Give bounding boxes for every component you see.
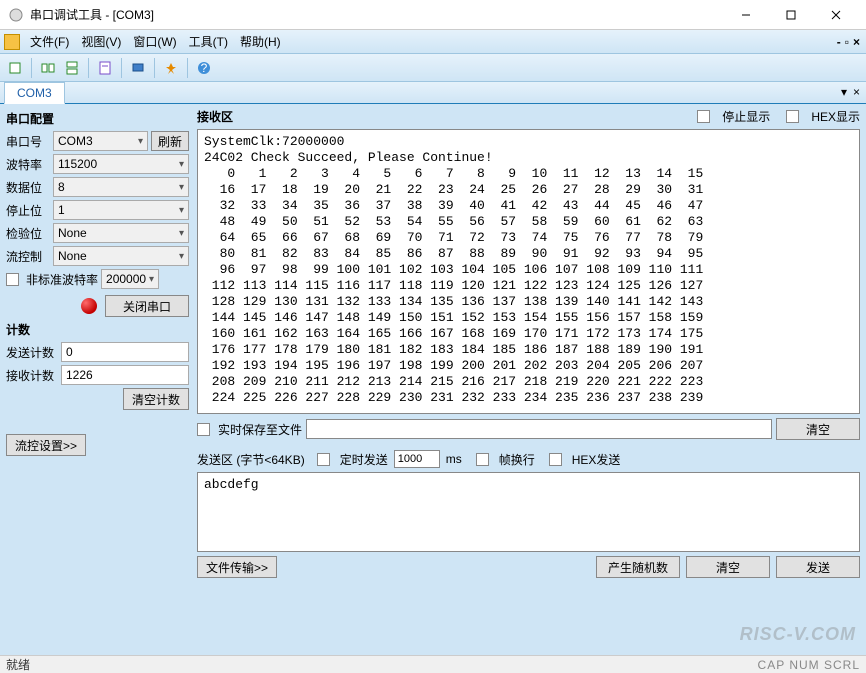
frame-wrap-checkbox[interactable] (476, 453, 489, 466)
tab-com3[interactable]: COM3 (4, 82, 65, 104)
flow-select[interactable]: None (53, 246, 189, 266)
maximize-button[interactable] (768, 1, 813, 29)
nonstd-select[interactable]: 200000 (101, 269, 159, 289)
recv-count-label: 接收计数 (6, 367, 58, 384)
timed-send-label: 定时发送 (340, 451, 388, 468)
window-controls (723, 1, 858, 29)
baud-label: 波特率 (6, 156, 50, 173)
parity-select[interactable]: None (53, 223, 189, 243)
timed-unit-label: ms (446, 452, 462, 466)
hex-display-checkbox[interactable] (786, 110, 799, 123)
tabstrip: COM3 ▾ × (0, 82, 866, 104)
toolbar: ? (0, 54, 866, 82)
left-panel: 串口配置 串口号 COM3 刷新 波特率 115200 数据位 8 停止位 1 … (0, 104, 195, 655)
menu-view[interactable]: 视图(V) (75, 30, 127, 53)
svg-text:?: ? (201, 61, 208, 75)
tool-new-icon[interactable] (4, 57, 26, 79)
send-count-value: 0 (61, 342, 189, 362)
tab-dropdown-icon[interactable]: ▾ (841, 85, 847, 99)
send-title: 发送区 (字节<64KB) (197, 451, 305, 468)
send-count-label: 发送计数 (6, 344, 58, 361)
tab-close-icon[interactable]: × (853, 85, 860, 99)
tool-screen-icon[interactable] (127, 57, 149, 79)
nonstd-checkbox[interactable] (6, 273, 19, 286)
tool-help-icon[interactable]: ? (193, 57, 215, 79)
right-panel: 接收区 停止显示 HEX显示 SystemClk:72000000 24C02 … (195, 104, 866, 655)
flow-label: 流控制 (6, 248, 50, 265)
count-title: 计数 (6, 321, 189, 338)
hex-send-label: HEX发送 (572, 451, 621, 468)
send-textarea[interactable]: abcdefg (197, 472, 860, 552)
tool-tile-h-icon[interactable] (37, 57, 59, 79)
send-button[interactable]: 发送 (776, 556, 860, 578)
gen-random-button[interactable]: 产生随机数 (596, 556, 680, 578)
databits-select[interactable]: 8 (53, 177, 189, 197)
recv-clear-button[interactable]: 清空 (776, 418, 860, 440)
timed-send-checkbox[interactable] (317, 453, 330, 466)
realtime-save-label: 实时保存至文件 (218, 421, 302, 438)
stop-display-label: 停止显示 (722, 108, 770, 125)
stopbits-label: 停止位 (6, 202, 50, 219)
titlebar: 串口调试工具 - [COM3] (0, 0, 866, 30)
mdi-close-icon[interactable]: × (853, 35, 860, 49)
clear-count-button[interactable]: 清空计数 (123, 388, 189, 410)
menubar: 文件(F) 视图(V) 窗口(W) 工具(T) 帮助(H) - ▫ × (0, 30, 866, 54)
databits-label: 数据位 (6, 179, 50, 196)
app-menu-icon[interactable] (4, 34, 20, 50)
status-indicator-icon (81, 298, 97, 314)
parity-label: 检验位 (6, 225, 50, 242)
app-icon (8, 7, 24, 23)
refresh-button[interactable]: 刷新 (151, 131, 189, 151)
window-title: 串口调试工具 - [COM3] (30, 6, 723, 23)
file-transfer-button[interactable]: 文件传输>> (197, 556, 277, 578)
nonstd-label: 非标准波特率 (26, 271, 98, 288)
menu-file[interactable]: 文件(F) (24, 30, 75, 53)
close-button[interactable] (813, 1, 858, 29)
menu-help[interactable]: 帮助(H) (234, 30, 287, 53)
recv-title: 接收区 (197, 108, 233, 125)
status-ready: 就绪 (6, 656, 30, 673)
tool-calc-icon[interactable] (94, 57, 116, 79)
port-label: 串口号 (6, 133, 50, 150)
stopbits-select[interactable]: 1 (53, 200, 189, 220)
close-port-button[interactable]: 关闭串口 (105, 295, 189, 317)
flow-settings-button[interactable]: 流控设置>> (6, 434, 86, 456)
menu-window[interactable]: 窗口(W) (127, 30, 182, 53)
status-indicators: CAP NUM SCRL (758, 658, 860, 672)
minimize-button[interactable] (723, 1, 768, 29)
send-clear-button[interactable]: 清空 (686, 556, 770, 578)
frame-wrap-label: 帧换行 (499, 451, 535, 468)
hex-send-checkbox[interactable] (549, 453, 562, 466)
port-select[interactable]: COM3 (53, 131, 148, 151)
receive-textarea[interactable]: SystemClk:72000000 24C02 Check Succeed, … (197, 129, 860, 414)
stop-display-checkbox[interactable] (697, 110, 710, 123)
client-area: 串口配置 串口号 COM3 刷新 波特率 115200 数据位 8 停止位 1 … (0, 104, 866, 655)
tool-tile-v-icon[interactable] (61, 57, 83, 79)
save-path-input[interactable] (306, 419, 772, 439)
mdi-restore-icon[interactable]: ▫ (845, 35, 849, 49)
tool-pin-icon[interactable] (160, 57, 182, 79)
realtime-save-checkbox[interactable] (197, 423, 210, 436)
statusbar: 就绪 CAP NUM SCRL (0, 655, 866, 673)
mdi-minimize-icon[interactable]: - (837, 35, 841, 49)
menu-tool[interactable]: 工具(T) (183, 30, 234, 53)
hex-display-label: HEX显示 (811, 108, 860, 125)
config-title: 串口配置 (6, 110, 189, 127)
recv-count-value: 1226 (61, 365, 189, 385)
timed-interval-input[interactable] (394, 450, 440, 468)
baud-select[interactable]: 115200 (53, 154, 189, 174)
